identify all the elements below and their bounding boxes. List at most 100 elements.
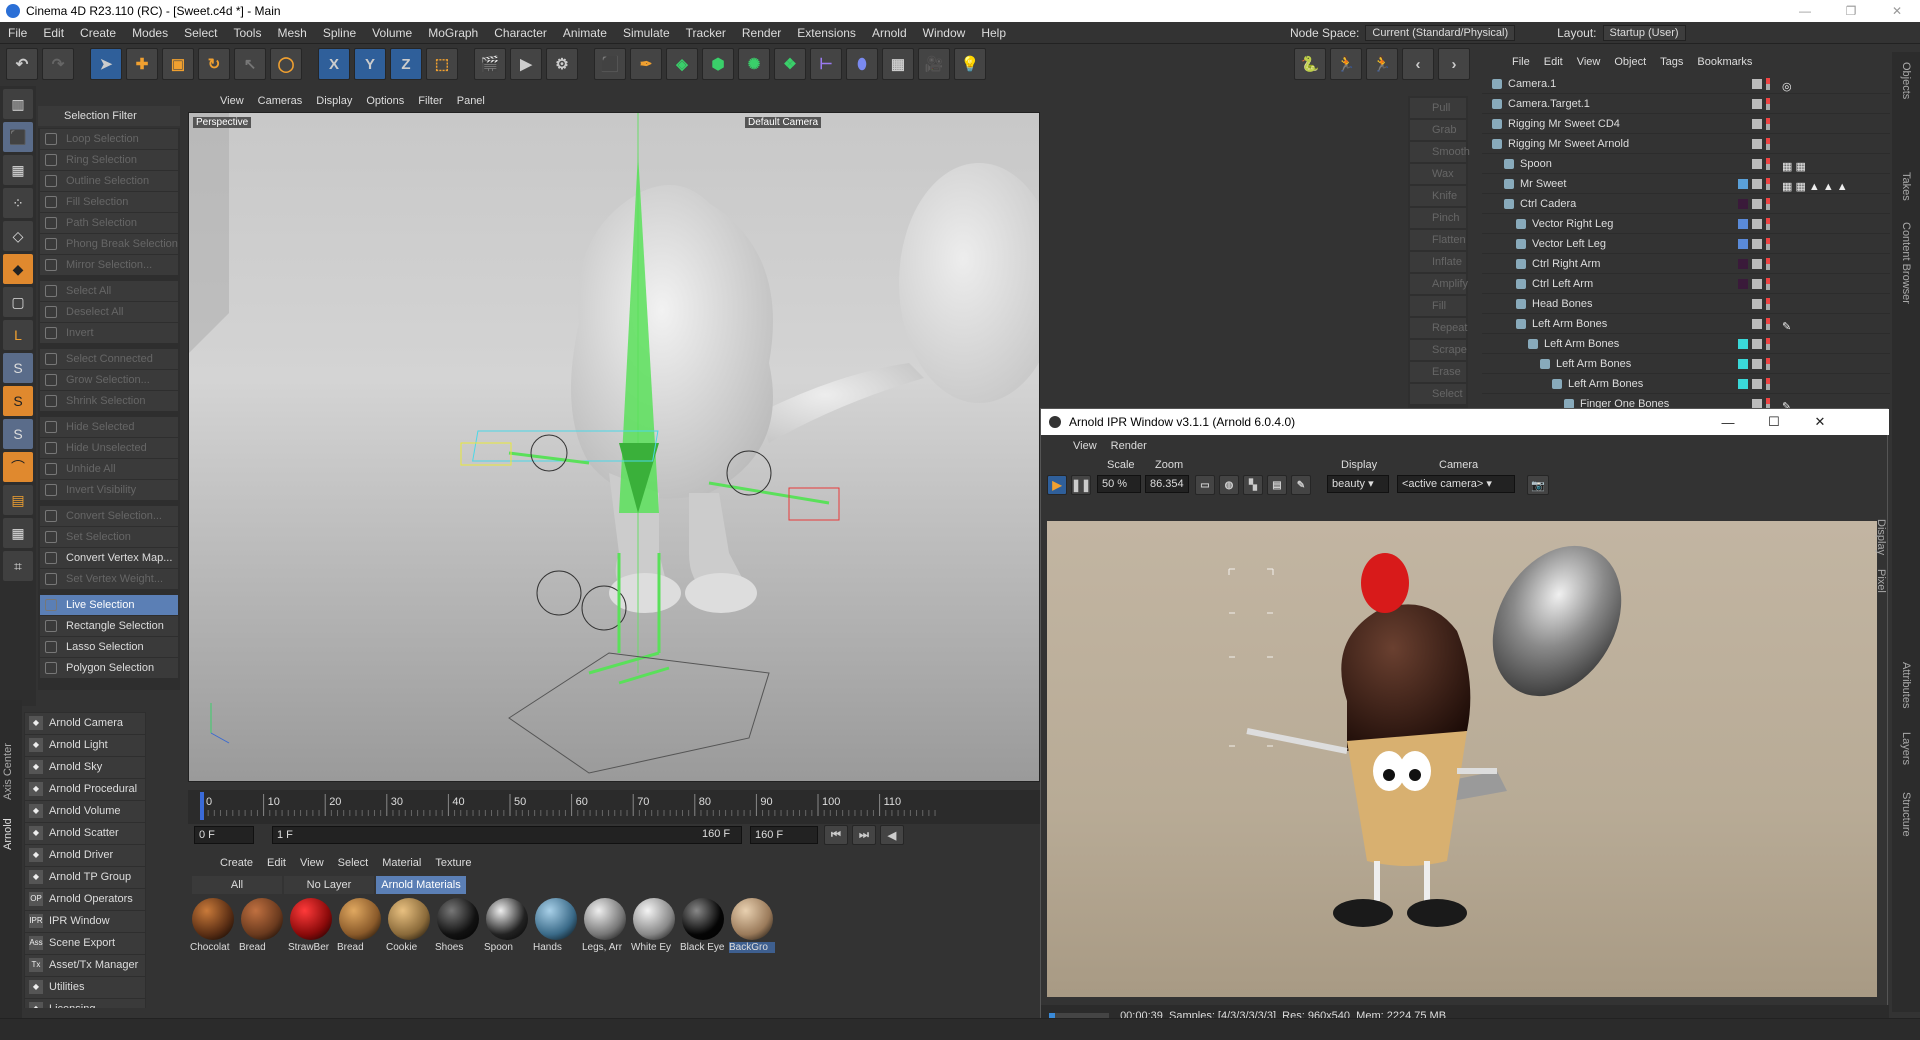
visibility-check-icon[interactable] — [1752, 379, 1762, 389]
visibility-check-icon[interactable] — [1752, 399, 1762, 408]
workplane-grid-icon[interactable]: ▦ — [3, 518, 33, 548]
zoom-field[interactable]: 86.354 — [1145, 475, 1189, 493]
ipr-menu-render[interactable]: Render — [1111, 440, 1147, 452]
menu-file[interactable]: File — [0, 26, 35, 40]
mograph-button[interactable]: ❖ — [774, 48, 806, 80]
viewport-menu-cameras[interactable]: Cameras — [258, 95, 303, 107]
sculpt-flatten-button[interactable]: Flatten — [1410, 230, 1466, 250]
character-button[interactable]: 🏃 — [1330, 48, 1362, 80]
layer-swatch[interactable] — [1738, 259, 1748, 269]
visibility-check-icon[interactable] — [1752, 299, 1762, 309]
sculpt-amplify-button[interactable]: Amplify — [1410, 274, 1468, 294]
editor-render-dots-icon[interactable] — [1766, 78, 1770, 90]
selection-item-loop-selection[interactable]: Loop Selection — [40, 129, 178, 149]
grid-icon[interactable]: ▤ — [3, 485, 33, 515]
object-menu-view[interactable]: View — [1577, 56, 1601, 68]
object-menu-edit[interactable]: Edit — [1544, 56, 1563, 68]
menu-render[interactable]: Render — [734, 26, 789, 40]
material-item[interactable]: StrawBer — [288, 898, 334, 960]
layer-swatch[interactable] — [1738, 279, 1748, 289]
menu-window[interactable]: Window — [915, 26, 974, 40]
arnold-item-scene-export[interactable]: Ass Scene Export — [25, 933, 145, 954]
selection-item-hide-selected[interactable]: Hide Selected — [40, 417, 178, 437]
uv-mode-icon[interactable]: ▢ — [3, 287, 33, 317]
arnold-item-arnold-volume[interactable]: ◆ Arnold Volume — [25, 801, 145, 822]
axis-x-button[interactable]: X — [318, 48, 350, 80]
editor-render-dots-icon[interactable] — [1766, 218, 1770, 230]
selection-item-path-selection[interactable]: Path Selection — [40, 213, 178, 233]
object-row[interactable]: Left Arm Bones — [1482, 354, 1890, 374]
selection-item-hide-unselected[interactable]: Hide Unselected — [40, 438, 178, 458]
layer-swatch[interactable] — [1738, 379, 1748, 389]
layer-swatch[interactable] — [1738, 219, 1748, 229]
ipr-maximize-button[interactable]: ☐ — [1751, 409, 1797, 435]
visibility-check-icon[interactable] — [1752, 99, 1762, 109]
axis-z-button[interactable]: Z — [390, 48, 422, 80]
live-select-button[interactable]: ◯ — [270, 48, 302, 80]
editor-render-dots-icon[interactable] — [1766, 118, 1770, 130]
go-to-start-button[interactable]: ⏮ — [824, 825, 848, 845]
scale-tool-button[interactable]: ▣ — [162, 48, 194, 80]
viewport-menu-display[interactable]: Display — [316, 95, 352, 107]
material-menu-select[interactable]: Select — [338, 857, 369, 869]
render-settings-button[interactable]: ⚙ — [546, 48, 578, 80]
side-tab-objects[interactable]: Objects — [1900, 62, 1912, 99]
menu-tracker[interactable]: Tracker — [678, 26, 734, 40]
object-row[interactable]: Camera.1 ◎ — [1482, 74, 1890, 94]
side-tab-layers[interactable]: Layers — [1900, 732, 1912, 765]
editor-render-dots-icon[interactable] — [1766, 358, 1770, 370]
material-menu-create[interactable]: Create — [220, 857, 253, 869]
editor-render-dots-icon[interactable] — [1766, 158, 1770, 170]
make-editable-icon[interactable]: ▥ — [3, 89, 33, 119]
camera-dropdown[interactable]: <active camera> ▾ — [1397, 475, 1515, 493]
model-mode-icon[interactable]: ⬛ — [3, 122, 33, 152]
material-tab-all[interactable]: All — [192, 876, 282, 894]
visibility-check-icon[interactable] — [1752, 179, 1762, 189]
selection-item-outline-selection[interactable]: Outline Selection — [40, 171, 178, 191]
light-button[interactable]: 💡 — [954, 48, 986, 80]
undo-button[interactable]: ↶ — [6, 48, 38, 80]
aov-icon[interactable]: ▤ — [1267, 475, 1287, 495]
layout-dropdown[interactable]: Startup (User) — [1602, 25, 1686, 41]
visibility-check-icon[interactable] — [1752, 339, 1762, 349]
arnold-item-arnold-tp-group[interactable]: ◆ Arnold TP Group — [25, 867, 145, 888]
object-row[interactable]: Ctrl Right Arm — [1482, 254, 1890, 274]
selection-item-set-vertex-weight[interactable]: Set Vertex Weight... — [40, 569, 178, 589]
snap-s-icon-1[interactable]: S — [3, 353, 33, 383]
material-item[interactable]: Chocolat — [190, 898, 236, 960]
arnold-item-asset-tx-manager[interactable]: Tx Asset/Tx Manager — [25, 955, 145, 976]
camera-button[interactable]: 🎥 — [918, 48, 950, 80]
selection-item-invert-visibility[interactable]: Invert Visibility — [40, 480, 178, 500]
arnold-item-arnold-driver[interactable]: ◆ Arnold Driver — [25, 845, 145, 866]
move-tool-button[interactable]: ✚ — [126, 48, 158, 80]
visibility-check-icon[interactable] — [1752, 139, 1762, 149]
current-frame-field[interactable]: 0 F — [194, 826, 254, 844]
selection-item-shrink-selection[interactable]: Shrink Selection — [40, 391, 178, 411]
end-frame-field[interactable]: 160 F — [750, 826, 818, 844]
arnold-item-arnold-operators[interactable]: OP Arnold Operators — [25, 889, 145, 910]
prev-keyframe-button[interactable]: ⏭ — [852, 825, 876, 845]
rotate-tool-button[interactable]: ↻ — [198, 48, 230, 80]
side-tab-takes[interactable]: Takes — [1900, 172, 1912, 201]
region-icon[interactable]: ▭ — [1195, 475, 1215, 495]
sculpt-scrape-button[interactable]: Scrape — [1410, 340, 1467, 360]
visibility-check-icon[interactable] — [1752, 239, 1762, 249]
arnold-item-arnold-camera[interactable]: ◆ Arnold Camera — [25, 713, 145, 734]
ipr-close-button[interactable]: ✕ — [1797, 409, 1843, 435]
axis-center-tab[interactable]: Axis Center — [2, 743, 14, 800]
layer-swatch[interactable] — [1738, 139, 1748, 149]
back-button[interactable]: ‹ — [1402, 48, 1434, 80]
arnold-item-arnold-light[interactable]: ◆ Arnold Light — [25, 735, 145, 756]
material-item[interactable]: Spoon — [484, 898, 530, 960]
material-item[interactable]: White Ey — [631, 898, 677, 960]
cube-button[interactable]: ⬛ — [594, 48, 626, 80]
viewport[interactable]: Perspective Default Camera — [188, 112, 1040, 782]
layer-swatch[interactable] — [1738, 359, 1748, 369]
editor-render-dots-icon[interactable] — [1766, 138, 1770, 150]
arnold-item-licensing[interactable]: ◆ Licensing — [25, 999, 145, 1008]
layer-swatch[interactable] — [1738, 199, 1748, 209]
viewport-menu-filter[interactable]: Filter — [418, 95, 442, 107]
ipr-menu-view[interactable]: View — [1073, 440, 1097, 452]
sculpt-select-button[interactable]: Select — [1410, 384, 1466, 404]
menu-select[interactable]: Select — [176, 26, 225, 40]
